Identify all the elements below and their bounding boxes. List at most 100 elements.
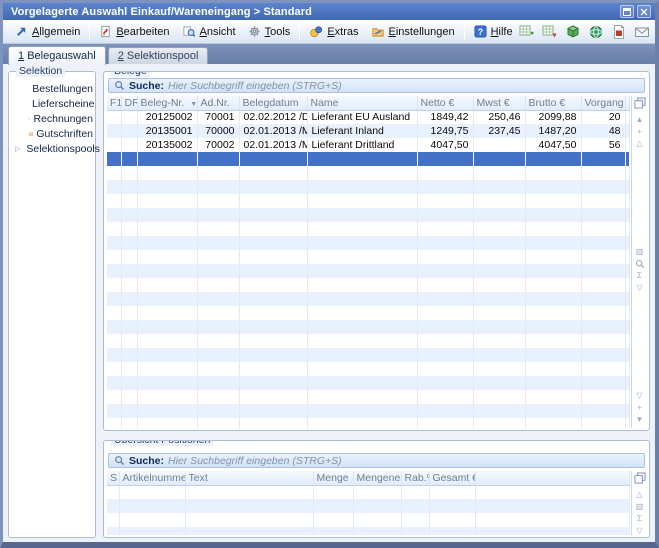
- column-header[interactable]: Name: [307, 96, 417, 110]
- table-row[interactable]: [107, 348, 630, 362]
- table-row[interactable]: [107, 527, 630, 535]
- row-down-button[interactable]: +: [633, 402, 646, 414]
- svg-text:?: ?: [477, 27, 482, 37]
- menu-ansicht[interactable]: Ansicht: [176, 23, 242, 40]
- menu-einstellungen[interactable]: Einstellungen: [365, 23, 461, 40]
- column-header[interactable]: [625, 96, 630, 110]
- column-header[interactable]: Brutto €: [525, 96, 581, 110]
- column-header[interactable]: Beleg-Nr.▼: [137, 96, 197, 110]
- table-row[interactable]: 201250027000102.02.2012 /DoLieferant EU …: [107, 110, 630, 124]
- table-row[interactable]: [107, 499, 630, 513]
- globe-button[interactable]: [588, 23, 605, 40]
- column-header[interactable]: Rab.%: [401, 471, 429, 485]
- table-row[interactable]: [107, 320, 630, 334]
- page-up-button[interactable]: △: [633, 489, 646, 501]
- table-row[interactable]: [107, 362, 630, 376]
- table-row[interactable]: [107, 250, 630, 264]
- restore-icon: [623, 8, 631, 16]
- document-folder-icon: [29, 128, 33, 140]
- table-row[interactable]: [107, 264, 630, 278]
- filter-button[interactable]: ▽: [633, 282, 646, 294]
- sidebar-item-bestellungen[interactable]: Bestellungen: [9, 81, 95, 96]
- column-header[interactable]: S: [107, 471, 119, 485]
- table-row[interactable]: [107, 194, 630, 208]
- menu-separator: [299, 24, 300, 40]
- menu-bearbeiten[interactable]: Bearbeiten: [93, 23, 175, 40]
- column-header[interactable]: Artikelnummer: [119, 471, 185, 485]
- belege-search-input[interactable]: Suche: Hier Suchbegriff eingeben (STRG+S…: [108, 78, 645, 93]
- table-row[interactable]: [107, 278, 630, 292]
- pdf-document-icon: [611, 24, 627, 40]
- table-row[interactable]: [107, 292, 630, 306]
- columns-view-button[interactable]: ▥: [633, 246, 646, 258]
- table-row[interactable]: [107, 376, 630, 390]
- insert-table-button[interactable]: [519, 23, 536, 40]
- column-chooser-button[interactable]: [633, 472, 646, 484]
- row-up-button[interactable]: +: [633, 126, 646, 138]
- table-row[interactable]: [107, 180, 630, 194]
- search-button[interactable]: [633, 258, 646, 270]
- menu-allgemein[interactable]: Allgemein: [9, 23, 86, 40]
- app-window: Vorgelagerte Auswahl Einkauf/Wareneingan…: [0, 0, 659, 548]
- email-button[interactable]: [634, 23, 651, 40]
- menu-hilfe[interactable]: ? Hilfe: [468, 23, 519, 40]
- tab-selektionspool[interactable]: 2 Selektionspool: [108, 47, 209, 64]
- sum-button[interactable]: Σ: [633, 270, 646, 282]
- page-up-button[interactable]: △: [633, 138, 646, 150]
- tab-belegauswahl[interactable]: 1 Belegauswahl: [8, 46, 106, 65]
- column-header[interactable]: Text: [185, 471, 313, 485]
- menu-tools[interactable]: Tools: [242, 23, 297, 40]
- column-header[interactable]: Mengeneinheit: [353, 471, 401, 485]
- column-header[interactable]: [475, 471, 630, 485]
- table-row[interactable]: [107, 418, 630, 428]
- export-table-button[interactable]: [542, 23, 559, 40]
- pdf-document-button[interactable]: [611, 23, 628, 40]
- positionen-table: SArtikelnummerTextMengeMengeneinheitRab.…: [107, 471, 630, 535]
- menu-extras[interactable]: Extras: [303, 23, 364, 40]
- scroll-top-button[interactable]: ▲: [633, 114, 646, 126]
- positionen-search-input[interactable]: Suche: Hier Suchbegriff eingeben (STRG+S…: [108, 453, 645, 468]
- sidebar-item-selektionspools[interactable]: ▷Selektionspools: [9, 141, 95, 156]
- close-button[interactable]: [637, 5, 651, 18]
- sidebar-item-label: Lieferscheine: [32, 98, 94, 110]
- sidebar-item-label: Bestellungen: [32, 83, 93, 95]
- sum-button[interactable]: Σ: [633, 513, 646, 525]
- column-chooser-button[interactable]: [633, 97, 646, 109]
- table-row[interactable]: 201350027000202.01.2013 /MiLieferant Dri…: [107, 138, 630, 152]
- table-row[interactable]: [107, 404, 630, 418]
- column-header[interactable]: Gesamt €: [429, 471, 475, 485]
- table-row[interactable]: [107, 334, 630, 348]
- column-header[interactable]: Belegdatum: [239, 96, 307, 110]
- table-row[interactable]: [107, 513, 630, 527]
- expander-icon[interactable]: ▷: [15, 145, 20, 153]
- page-down-button[interactable]: ▽: [633, 390, 646, 402]
- table-row[interactable]: [107, 390, 630, 404]
- table-row[interactable]: [107, 485, 630, 499]
- columns-view-button[interactable]: ▥: [633, 501, 646, 513]
- table-row[interactable]: [107, 208, 630, 222]
- column-header[interactable]: DR: [121, 96, 137, 110]
- sidebar-item-rechnungen[interactable]: Rechnungen: [9, 111, 95, 126]
- restore-button[interactable]: [620, 5, 634, 18]
- sidebar-item-lieferscheine[interactable]: Lieferscheine: [9, 96, 95, 111]
- table-row[interactable]: [107, 152, 630, 166]
- column-header[interactable]: Netto €: [417, 96, 473, 110]
- table-row[interactable]: [107, 306, 630, 320]
- package-export-button[interactable]: [565, 23, 582, 40]
- table-row[interactable]: [107, 222, 630, 236]
- table-row[interactable]: [107, 236, 630, 250]
- column-header[interactable]: Ad.Nr.: [197, 96, 239, 110]
- page-down-button[interactable]: ▽: [633, 525, 646, 535]
- sidebar-item-gutschriften[interactable]: Gutschriften: [9, 126, 95, 141]
- column-header[interactable]: Menge: [313, 471, 353, 485]
- edit-document-icon: [99, 25, 112, 38]
- column-header[interactable]: F1: [107, 96, 121, 110]
- table-row[interactable]: [107, 166, 630, 180]
- column-header[interactable]: Mwst €: [473, 96, 525, 110]
- search-icon: [114, 455, 125, 466]
- table-row[interactable]: 201350017000002.01.2013 /MiLieferant Inl…: [107, 124, 630, 138]
- scroll-bottom-button[interactable]: ▼: [633, 414, 646, 426]
- column-header[interactable]: Vorgang: [581, 96, 625, 110]
- tabstrip: 1 Belegauswahl 2 Selektionspool: [3, 44, 655, 64]
- content-area: Selektion BestellungenLieferscheineRechn…: [3, 64, 655, 542]
